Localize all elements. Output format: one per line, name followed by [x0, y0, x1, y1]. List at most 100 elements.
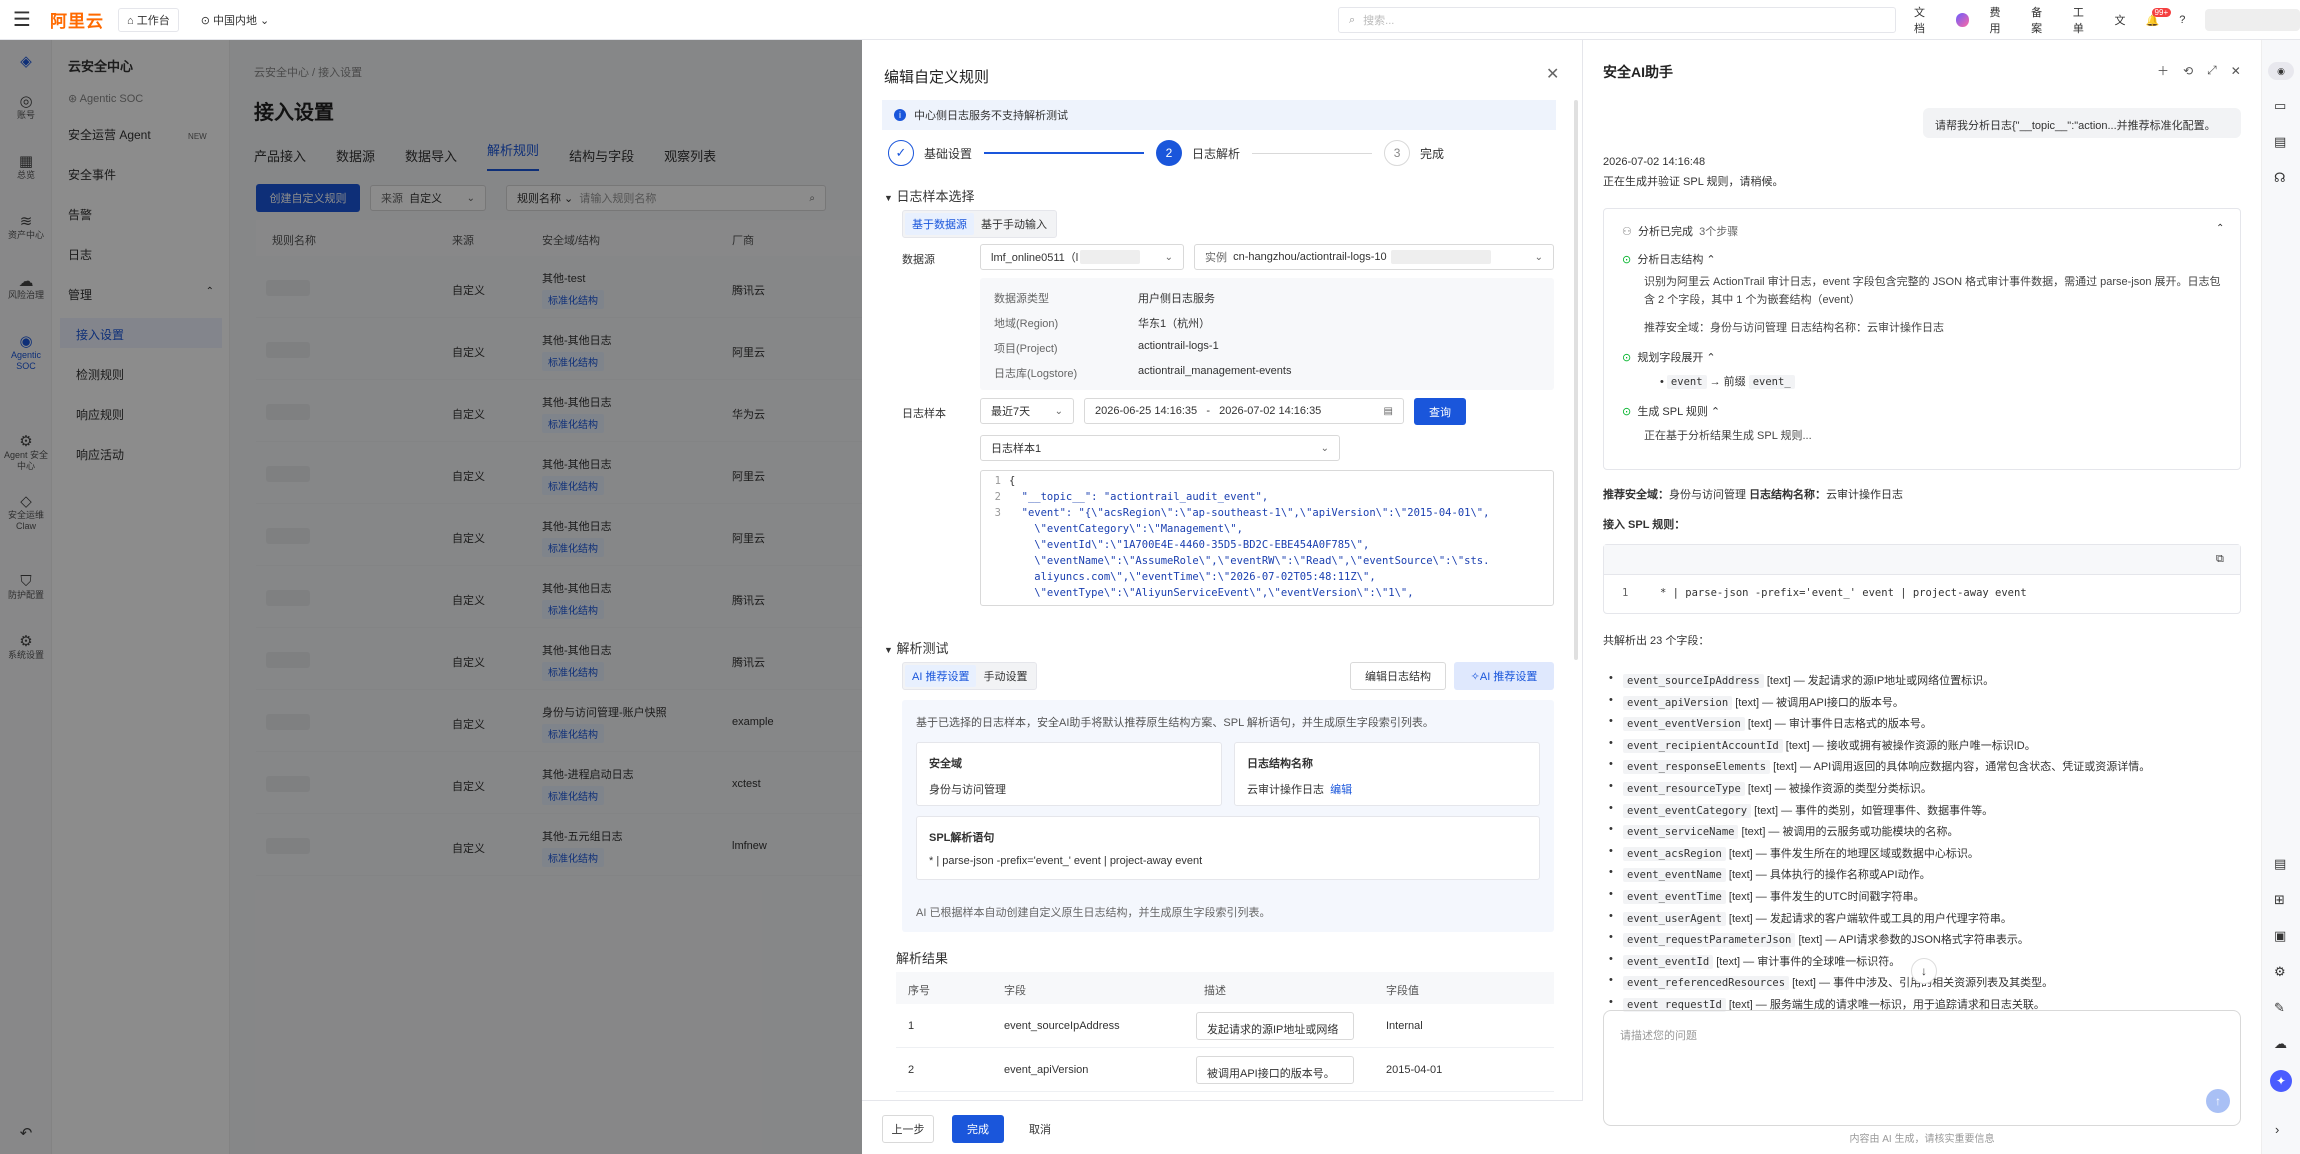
bell-icon[interactable]: 🔔 99+	[2146, 7, 2172, 27]
cell-desc-input[interactable]: 被调用API接口的版本号。	[1196, 1056, 1354, 1084]
scroll-down-icon[interactable]: ↓	[1911, 958, 1937, 984]
field-desc: [text] — API请求参数的JSON格式字符串表示。	[1798, 934, 2029, 947]
step1-rec: 推荐安全域：身份与访问管理 日志结构名称：云审计操作日志	[1644, 322, 1945, 334]
translate-icon[interactable]: 文	[2115, 12, 2126, 28]
history-icon[interactable]: ⟲	[2183, 64, 2193, 78]
sample-select[interactable]: 日志样本1 ⌄	[980, 435, 1340, 461]
ticket-link[interactable]: 工单	[2073, 4, 2095, 36]
gear-icon[interactable]: ⚙	[2274, 964, 2286, 980]
line-number: 1	[1622, 587, 1629, 599]
finish-button[interactable]: 完成	[952, 1115, 1004, 1143]
field-desc: [text] — 被操作资源的类型分类标识。	[1747, 783, 1932, 795]
chevron-up-icon[interactable]: ⌃	[1706, 352, 1715, 364]
ai-result-panel: 基于已选择的日志样本，安全AI助手将默认推荐原生结构方案、SPL 解析语句，并生…	[902, 700, 1554, 932]
doc-icon[interactable]: ▤	[2274, 134, 2286, 150]
instance-select[interactable]: 实例 cn-hangzhou/actiontrail-logs-10 ⌄	[1194, 244, 1554, 270]
global-search-input[interactable]: ⌕ 搜索...	[1338, 7, 1896, 33]
cell-field: event_sourceIpAddress	[1004, 1020, 1120, 1032]
code-text: \"eventName\":\"AssumeRole\",\"eventRW\"…	[1009, 555, 1490, 567]
ai-recommend-button[interactable]: ✧ AI 推荐设置	[1454, 662, 1554, 690]
select-value: lmf_online0511（l	[991, 252, 1079, 264]
field-desc: [text] — 被调用API接口的版本号。	[1735, 696, 1904, 709]
field-desc: [text] — 事件发生所在的地理区域或数据中心标识。	[1728, 847, 1979, 860]
puzzle-icon[interactable]: ⊞	[2274, 892, 2285, 908]
cell-value: Internal	[1386, 1020, 1423, 1032]
tab-by-datasource[interactable]: 基于数据源	[905, 213, 974, 235]
ai-assistant-toggle-icon[interactable]: ◉	[2268, 62, 2294, 80]
cancel-button[interactable]: 取消	[1014, 1115, 1066, 1143]
modal-mask[interactable]	[0, 40, 862, 1154]
copy-icon[interactable]: ⧉	[2216, 553, 2224, 566]
card-value: 云审计操作日志	[1247, 784, 1324, 796]
icp-link[interactable]: 备案	[2031, 4, 2053, 36]
tab-manual-settings[interactable]: 手动设置	[976, 665, 1034, 687]
tab-manual-input[interactable]: 基于手动输入	[974, 213, 1054, 235]
log-code-editor[interactable]: 1{2 "__topic__": "actiontrail_audit_even…	[980, 470, 1554, 606]
edit-structure-link[interactable]: 编辑	[1330, 784, 1352, 796]
location-icon: ⊙	[200, 14, 213, 27]
result-row: 2 event_apiVersion 被调用API接口的版本号。 2015-04…	[896, 1048, 1554, 1092]
line-number: 2	[994, 491, 1001, 503]
billing-link[interactable]: 费用	[1989, 4, 2011, 36]
select-value: cn-hangzhou/actiontrail-logs-10	[1233, 251, 1387, 263]
workbench-button[interactable]: ⌂ 工作台	[118, 7, 179, 32]
drawer-title: 编辑自定义规则	[884, 69, 990, 86]
cell-desc-input[interactable]: 发起请求的源IP地址或网络	[1196, 1012, 1354, 1040]
query-button[interactable]: 查询	[1414, 398, 1466, 425]
field-desc: [text] — 审计事件的全球唯一标识符。	[1716, 955, 1901, 968]
aliyun-logo[interactable]: 阿里云	[50, 7, 104, 32]
region-selector[interactable]: ⊙ 中国内地 ⌄	[193, 9, 278, 31]
chevron-up-icon[interactable]: ⌃	[1711, 406, 1720, 418]
cell-field: event_apiVersion	[1004, 1064, 1089, 1076]
date-range-picker[interactable]: 2026-06-25 14:16:35 - 2026-07-02 14:16:3…	[1084, 398, 1404, 424]
plus-icon[interactable]: ＋	[2157, 62, 2169, 79]
parse-mode-toggle: AI 推荐设置 手动设置	[902, 662, 1038, 690]
ai-orb-icon[interactable]	[1955, 13, 1970, 27]
headset-icon[interactable]: ☊	[2274, 170, 2286, 186]
send-icon[interactable]: ↑	[2206, 1089, 2230, 1113]
ai-star-icon[interactable]: ✦	[2270, 1070, 2292, 1092]
analysis-header[interactable]: ⚇ 分析已完成 3个步骤	[1622, 223, 1738, 239]
chevron-down-icon: ⌄	[1320, 442, 1329, 454]
close-icon[interactable]: ✕	[1546, 64, 1559, 84]
chevron-right-icon[interactable]: ›	[2275, 1122, 2279, 1137]
help-icon[interactable]: ?	[2179, 14, 2185, 26]
info-value: actiontrail-logs-1	[1138, 340, 1219, 352]
chevron-down-icon: ⌄	[1164, 251, 1173, 263]
time-range-select[interactable]: 最近7天 ⌄	[980, 398, 1074, 424]
tab-ai-recommend[interactable]: AI 推荐设置	[905, 665, 977, 687]
sample-section-header[interactable]: ▼ 日志样本选择	[884, 186, 975, 205]
chevron-up-icon[interactable]: ⌃	[1706, 254, 1715, 266]
datasource-select[interactable]: lmf_online0511（l ⌄	[980, 244, 1184, 270]
docs-link[interactable]: 文档	[1914, 4, 1936, 36]
field-name: event_recipientAccountId	[1623, 738, 1783, 753]
edit-icon[interactable]: ✎	[2274, 1000, 2285, 1016]
field-name: event_serviceName	[1623, 825, 1739, 840]
expand-icon[interactable]: ⤢	[2207, 63, 2217, 78]
close-icon[interactable]: ✕	[2231, 64, 2241, 78]
menu-icon[interactable]: ☰	[0, 0, 44, 40]
arrow-text: → 前缀	[1709, 376, 1746, 388]
field-name: event_eventId	[1623, 954, 1714, 969]
avatar[interactable]	[2205, 9, 2300, 31]
chevron-up-icon[interactable]: ⌃	[2216, 223, 2224, 234]
drawer-scrollbar[interactable]	[1574, 100, 1578, 660]
field-name: event_eventTime	[1623, 890, 1726, 904]
list-icon[interactable]: ▤	[2274, 856, 2286, 872]
card-label: 安全域	[929, 758, 962, 770]
spl-statement: * | parse-json -prefix='event_' event | …	[929, 855, 1203, 867]
parse-section-header[interactable]: ▼ 解析测试	[884, 638, 949, 657]
step-title: 分析日志结构	[1637, 254, 1704, 266]
image-icon[interactable]: ▣	[2274, 928, 2286, 944]
edit-structure-button[interactable]: 编辑日志结构	[1350, 662, 1446, 690]
step-connector	[984, 152, 1145, 154]
cloud-icon[interactable]: ☁	[2274, 1036, 2287, 1052]
edit-rule-drawer: 编辑自定义规则 ✕ i 中心侧日志服务不支持解析测试 ✓ 基础设置 2 日志解析 …	[862, 40, 1583, 1154]
message-icon[interactable]: ▭	[2274, 98, 2286, 114]
sparkle-icon: ✧	[1470, 670, 1480, 683]
prev-button[interactable]: 上一步	[882, 1115, 934, 1143]
field-name: event_referencedResources	[1623, 976, 1790, 991]
top-bar: ☰ 阿里云 ⌂ 工作台 ⊙ 中国内地 ⌄ ⌕ 搜索... 文档 费用 备案 工单 …	[0, 0, 2300, 40]
chat-input[interactable]: 请描述您的问题 ↑	[1603, 1010, 2241, 1126]
result-title: 解析结果	[896, 951, 949, 966]
